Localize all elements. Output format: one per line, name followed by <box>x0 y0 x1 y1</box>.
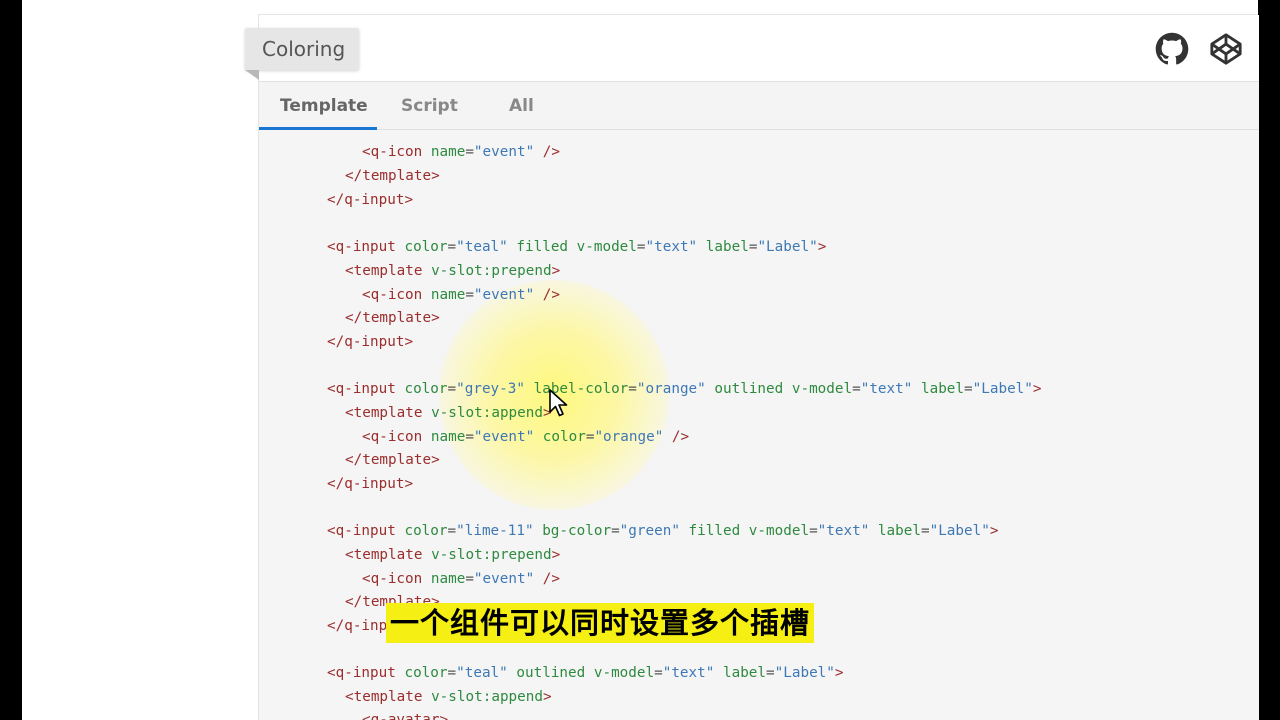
left-letterbox <box>0 0 22 720</box>
card-title: Coloring <box>245 28 360 70</box>
code-tabs: Template Script All <box>259 82 1259 130</box>
code-line: <q-input color="grey-3" label-color="ora… <box>327 381 1042 397</box>
code-line: <q-input color="teal" outlined v-model="… <box>327 665 844 681</box>
code-line: <q-avatar> <box>362 712 449 720</box>
title-ribbon-fold <box>245 70 259 80</box>
code-line: </q-input> <box>327 192 414 208</box>
code-line: </template> <box>345 452 440 468</box>
tab-all[interactable]: All <box>509 82 534 130</box>
codepen-icon[interactable] <box>1209 32 1243 66</box>
tab-script[interactable]: Script <box>401 82 458 130</box>
github-icon[interactable] <box>1155 32 1189 66</box>
code-line: </q-input> <box>327 476 414 492</box>
code-line: <q-icon name="event" color="orange" /> <box>362 429 690 445</box>
mouse-cursor-icon <box>549 389 568 417</box>
code-line: <template v-slot:prepend> <box>345 263 561 279</box>
code-line: </q-inp <box>327 618 388 634</box>
code-line: <q-input color="lime-11" bg-color="green… <box>327 523 999 539</box>
tab-template[interactable]: Template <box>280 82 368 130</box>
code-line: <q-icon name="event" /> <box>362 571 561 587</box>
video-subtitle: 一个组件可以同时设置多个插槽 <box>386 603 815 643</box>
code-line: <template v-slot:append> <box>345 405 552 421</box>
code-line: <q-icon name="event" /> <box>362 144 561 160</box>
code-line: </template> <box>345 168 440 184</box>
code-line: <q-icon name="event" /> <box>362 287 561 303</box>
card-header: Coloring <box>245 15 1259 82</box>
code-line: </q-input> <box>327 334 414 350</box>
code-line: </template> <box>345 310 440 326</box>
code-line: <q-input color="teal" filled v-model="te… <box>327 239 827 255</box>
code-line: <template v-slot:append> <box>345 689 552 705</box>
right-letterbox <box>1258 0 1280 720</box>
code-line: <template v-slot:prepend> <box>345 547 561 563</box>
